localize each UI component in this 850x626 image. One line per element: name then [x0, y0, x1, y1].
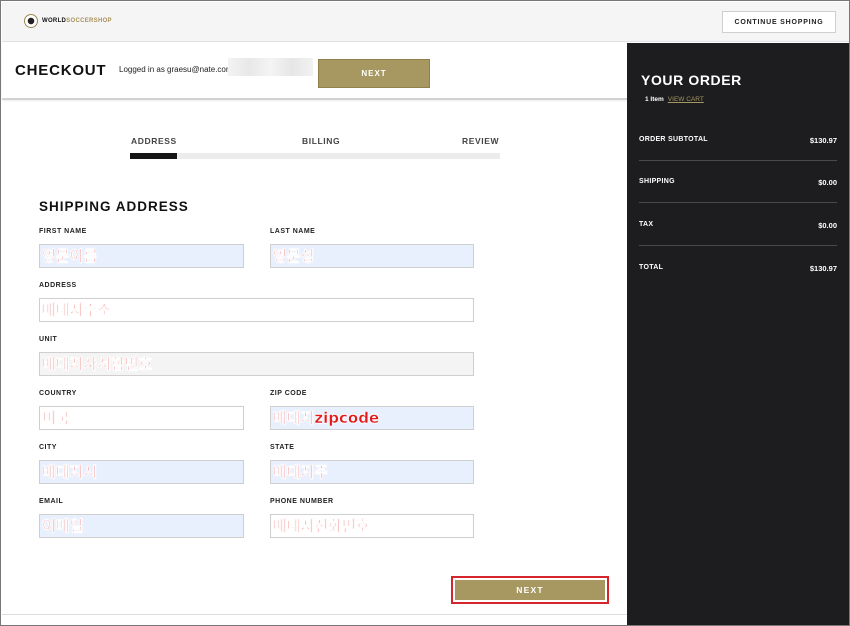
phone-label: PHONE NUMBER: [270, 498, 334, 505]
shipping-value: $0.00: [818, 178, 837, 187]
checkout-bar: CHECKOUT Logged in as graesu@nate.com NE…: [2, 43, 627, 100]
unit-field[interactable]: 배대지사서함번호: [39, 352, 474, 376]
step-review[interactable]: REVIEW: [462, 136, 499, 146]
site-logo[interactable]: WORLDSOCCERSHOP: [24, 14, 112, 28]
order-title: YOUR ORDER: [641, 72, 742, 88]
country-select[interactable]: 미국: [39, 406, 244, 430]
step-progress-active: [130, 153, 177, 159]
email-value: 이메일: [42, 517, 84, 535]
zip-value: 배대지zipcode: [273, 409, 380, 427]
total-value: $130.97: [809, 264, 837, 273]
logged-in-text: Logged in as graesu@nate.com: [119, 65, 233, 74]
first-name-label: FIRST NAME: [39, 228, 87, 235]
city-field[interactable]: 배대지시: [39, 460, 244, 484]
shipping-label: SHIPPING: [639, 178, 675, 185]
order-row-shipping: SHIPPING $0.00: [639, 161, 837, 203]
email-field[interactable]: 이메일: [39, 514, 244, 538]
last-name-label: LAST NAME: [270, 228, 316, 235]
soccer-ball-icon: [24, 14, 38, 28]
subtotal-value: $130.97: [809, 136, 837, 145]
item-count-text: 1 Item: [645, 96, 664, 103]
total-label: TOTAL: [639, 264, 664, 271]
order-summary: YOUR ORDER 1 Item VIEW CART ORDER SUBTOTA…: [627, 43, 849, 625]
city-value: 배대지시: [42, 463, 98, 481]
first-name-field[interactable]: 영문이름: [39, 244, 244, 268]
order-row-tax: TAX $0.00: [639, 204, 837, 246]
state-value: 배대지주: [273, 463, 329, 481]
unit-label: UNIT: [39, 336, 58, 343]
order-item-count: 1 Item VIEW CART: [645, 96, 704, 103]
step-progress-track: [130, 153, 500, 159]
phone-value: 배대지전화번호: [273, 517, 370, 535]
order-row-total: TOTAL $130.97: [639, 247, 837, 289]
tax-value: $0.00: [818, 221, 837, 230]
redacted-area: [228, 58, 313, 76]
next-button-top[interactable]: NEXT: [318, 59, 430, 88]
zip-field[interactable]: 배대지zipcode: [270, 406, 474, 430]
first-name-value: 영문이름: [42, 247, 98, 265]
state-label: STATE: [270, 444, 295, 451]
bottom-divider: [2, 614, 627, 615]
step-billing[interactable]: BILLING: [302, 136, 340, 146]
view-cart-link[interactable]: VIEW CART: [668, 96, 704, 103]
address-value: 배대지주소: [42, 301, 112, 319]
browser-frame: WORLDSOCCERSHOP CONTINUE SHOPPING CHECKO…: [0, 0, 850, 626]
page-title: CHECKOUT: [15, 62, 107, 79]
continue-shopping-button[interactable]: CONTINUE SHOPPING: [722, 11, 836, 33]
site-header: WORLDSOCCERSHOP CONTINUE SHOPPING: [2, 2, 849, 42]
subtotal-label: ORDER SUBTOTAL: [639, 136, 708, 143]
unit-value: 배대지사서함번호: [42, 355, 153, 373]
tax-label: TAX: [639, 221, 654, 228]
country-label: COUNTRY: [39, 390, 77, 397]
last-name-value: 영문성: [273, 247, 315, 265]
address-field[interactable]: 배대지주소: [39, 298, 474, 322]
last-name-field[interactable]: 영문성: [270, 244, 474, 268]
order-row-subtotal: ORDER SUBTOTAL $130.97: [639, 119, 837, 161]
phone-field[interactable]: 배대지전화번호: [270, 514, 474, 538]
step-address[interactable]: ADDRESS: [131, 136, 177, 146]
address-label: ADDRESS: [39, 282, 77, 289]
shipping-address-title: SHIPPING ADDRESS: [39, 199, 189, 214]
email-label: EMAIL: [39, 498, 64, 505]
logo-text: WORLDSOCCERSHOP: [42, 18, 112, 24]
next-button-bottom[interactable]: NEXT: [455, 580, 605, 600]
country-value: 미국: [42, 409, 70, 427]
logo-word-world: WORLD: [42, 18, 67, 24]
state-field[interactable]: 배대지주: [270, 460, 474, 484]
city-label: CITY: [39, 444, 57, 451]
zip-label: ZIP CODE: [270, 390, 307, 397]
logo-word-soccershop: SOCCERSHOP: [66, 18, 112, 24]
next-button-bottom-highlight: NEXT: [451, 576, 609, 604]
